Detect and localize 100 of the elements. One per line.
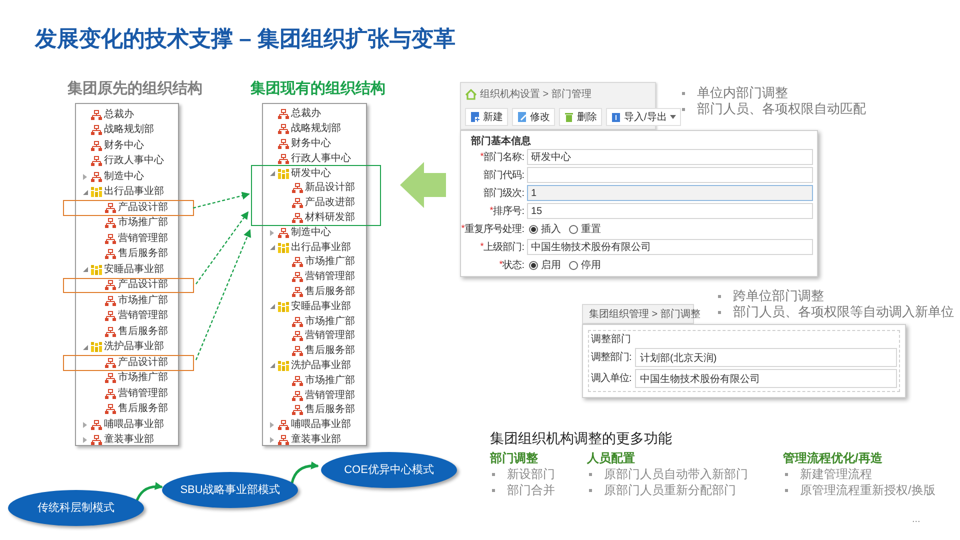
trash-icon <box>564 112 574 122</box>
tree-item[interactable]: 财务中心 <box>104 140 144 151</box>
org-chart-icon <box>91 172 102 182</box>
expand-triangle-icon[interactable] <box>83 174 87 180</box>
collapse-triangle-icon[interactable] <box>82 344 88 350</box>
org-chart-icon <box>292 198 303 208</box>
text-field[interactable]: 中国生物技术股份有限公司 <box>635 369 897 388</box>
org-chart-icon <box>105 218 116 228</box>
list-item: 原部门人员自动带入新部门 <box>604 466 748 483</box>
collapse-triangle-icon[interactable] <box>82 267 88 272</box>
bullet-icon <box>589 472 592 476</box>
required-mark: * <box>490 204 494 218</box>
tree-item[interactable]: 制造中心 <box>104 172 144 182</box>
tree-item[interactable]: 安睡品事业部 <box>104 264 164 275</box>
tree-item[interactable]: 市场推广部 <box>118 296 168 306</box>
collapse-triangle-icon[interactable] <box>270 245 274 250</box>
expand-triangle-icon[interactable] <box>83 437 87 444</box>
tree-item[interactable]: 售后服务部 <box>305 286 355 297</box>
tree-item[interactable]: 总裁办 <box>291 109 321 120</box>
org-chart-icon <box>292 272 303 282</box>
org-chart-icon <box>105 234 116 244</box>
radio-button[interactable] <box>569 224 578 234</box>
text-field[interactable]: 中国生物技术股份有限公司 <box>527 239 813 255</box>
org-chart-icon <box>292 346 303 356</box>
tree-item[interactable]: 出行品事业部 <box>291 242 351 253</box>
tree-item[interactable]: 产品改进部 <box>305 198 355 208</box>
radio-option[interactable]: 停用 <box>569 258 601 272</box>
tree-item[interactable]: 营销管理部 <box>305 390 355 401</box>
tree-item[interactable]: 总裁办 <box>104 110 134 120</box>
expand-triangle-icon[interactable] <box>270 422 274 428</box>
list-item: 新设部门 <box>507 466 555 483</box>
tree-item[interactable]: 营销管理部 <box>118 388 168 399</box>
radio-button[interactable] <box>569 260 578 270</box>
tree-item[interactable]: 市场推广部 <box>305 376 355 386</box>
radio-button[interactable] <box>529 260 538 270</box>
text-field[interactable]: 研发中心 <box>527 149 813 165</box>
toolbar-button[interactable]: 新建 <box>465 108 508 126</box>
toolbar-button[interactable]: 导入/导出 <box>606 108 681 126</box>
tree-item[interactable]: 行政人事中心 <box>104 156 164 166</box>
tree-item[interactable]: 售后服务部 <box>305 346 355 356</box>
text-field[interactable] <box>527 167 813 183</box>
expand-triangle-icon[interactable] <box>83 422 87 428</box>
radio-option[interactable]: 启用 <box>529 258 561 272</box>
collapse-triangle-icon[interactable] <box>270 171 274 176</box>
tree-item[interactable]: 营销管理部 <box>305 331 355 342</box>
tree-item[interactable]: 新品设计部 <box>305 183 355 194</box>
tree-item[interactable]: 战略规划部 <box>104 125 154 136</box>
group-icon <box>278 302 289 312</box>
radio-option[interactable]: 插入 <box>529 222 561 236</box>
tree-item[interactable]: 市场推广部 <box>305 316 355 327</box>
tree-item[interactable]: 市场推广部 <box>118 373 168 384</box>
expand-triangle-icon[interactable] <box>270 230 274 236</box>
radio-button[interactable] <box>529 224 538 234</box>
collapse-triangle-icon[interactable] <box>270 304 274 310</box>
text-field[interactable]: 15 <box>527 203 813 219</box>
org-chart-icon <box>91 110 102 120</box>
tree-item[interactable]: 童装事业部 <box>104 435 154 446</box>
collapse-triangle-icon[interactable] <box>82 190 88 195</box>
tree-item[interactable]: 研发中心 <box>291 168 331 179</box>
tree-item[interactable]: 战略规划部 <box>291 124 341 134</box>
tree-item[interactable]: 售后服务部 <box>305 405 355 416</box>
tree-item[interactable]: 安睡品事业部 <box>291 302 351 312</box>
tree-item[interactable]: 售后服务部 <box>118 326 168 337</box>
tree-item[interactable]: 洗护品事业部 <box>291 360 351 371</box>
tree-item[interactable]: 售后服务部 <box>118 404 168 414</box>
tree-item[interactable]: 出行品事业部 <box>104 187 164 198</box>
org-chart-icon <box>105 249 116 260</box>
org-chart-icon <box>105 358 116 368</box>
tree-item[interactable]: 售后服务部 <box>118 249 168 260</box>
tree-item[interactable]: 产品设计部 <box>118 280 168 290</box>
tree-item[interactable]: 财务中心 <box>291 138 331 149</box>
tree-item[interactable]: 洗护品事业部 <box>104 342 164 352</box>
tree-item[interactable]: 产品设计部 <box>118 202 168 213</box>
org-chart-icon <box>278 109 289 120</box>
tree-item[interactable]: 营销管理部 <box>118 311 168 322</box>
org-chart-icon <box>105 280 116 290</box>
tree-item[interactable]: 童装事业部 <box>291 434 341 445</box>
tree-item[interactable]: 制造中心 <box>291 228 331 238</box>
radio-option[interactable]: 重置 <box>569 222 601 236</box>
tree-item[interactable]: 行政人事中心 <box>291 154 351 164</box>
tree-item[interactable]: 材料研发部 <box>305 212 355 223</box>
tree-item[interactable]: 哺喂品事业部 <box>291 420 351 430</box>
tree-item[interactable]: 市场推广部 <box>305 257 355 268</box>
org-chart-icon <box>292 286 303 297</box>
toolbar-button[interactable]: 删除 <box>559 108 602 126</box>
toolbar-button[interactable]: 修改 <box>512 108 555 126</box>
tree-item[interactable]: 营销管理部 <box>305 272 355 282</box>
tree-item[interactable]: 产品设计部 <box>118 358 168 368</box>
tree-item[interactable]: 市场推广部 <box>118 218 168 228</box>
collapse-triangle-icon[interactable] <box>270 363 274 368</box>
text-field[interactable]: 计划部(北京天润) <box>635 348 897 367</box>
tree-item[interactable]: 哺喂品事业部 <box>104 420 164 430</box>
section-heading: 集团原先的组织结构 <box>68 79 202 99</box>
list-item: 部门合并 <box>507 482 555 499</box>
curved-arrow-icon <box>134 482 163 504</box>
note-text: 跨单位部门调整 <box>733 287 824 305</box>
tree-item[interactable]: 营销管理部 <box>118 234 168 244</box>
expand-triangle-icon[interactable] <box>270 436 274 443</box>
section-label: 部门基本信息 <box>470 134 532 149</box>
group-heading: 部门调整 <box>490 450 539 466</box>
